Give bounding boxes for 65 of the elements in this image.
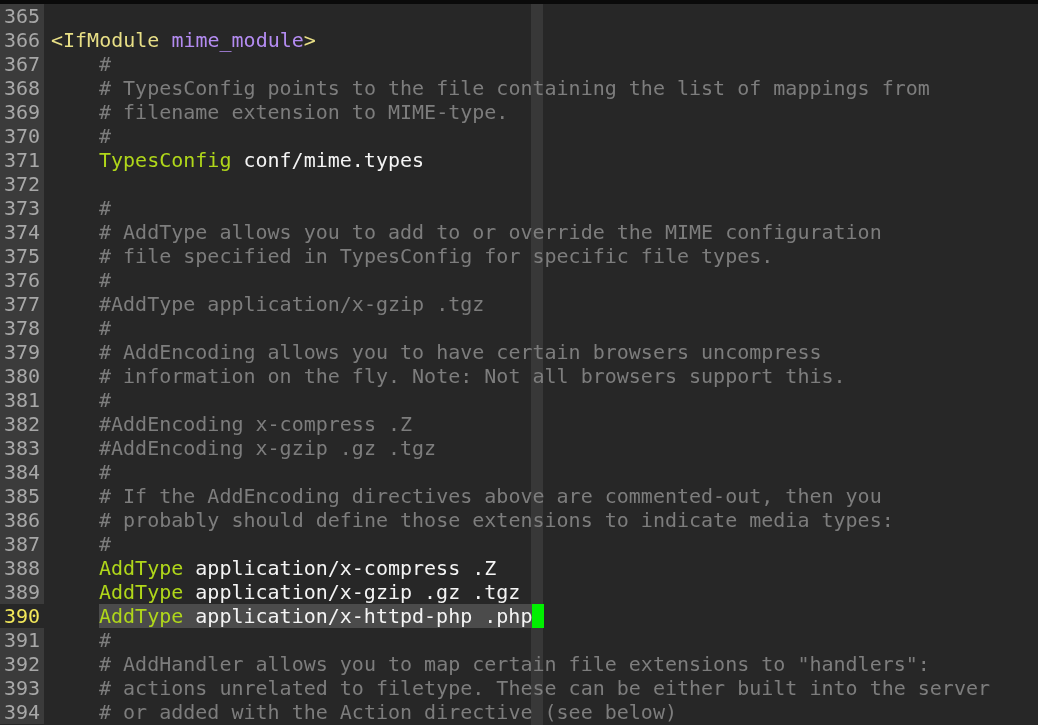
line-number: 389	[0, 580, 44, 604]
code-comment: #	[99, 196, 112, 220]
line-number: 371	[0, 148, 44, 172]
line-number: 394	[0, 700, 44, 724]
line-number: 385	[0, 484, 44, 508]
code-comment: #AddEncoding x-gzip .gz .tgz	[99, 436, 437, 460]
line-number: 387	[0, 532, 44, 556]
line-number: 366	[0, 28, 44, 52]
directive-value: application/x-gzip .gz .tgz	[195, 580, 521, 604]
code-comment: #	[99, 628, 112, 652]
directive-value: application/x-compress .Z	[195, 556, 497, 580]
code-comment: # or added with the Action directive (see below)	[99, 700, 677, 724]
code-comment: # AddEncoding allows you to have certain browsers uncompress	[99, 340, 822, 364]
directive-keyword: TypesConfig	[99, 148, 232, 172]
code-comment: #	[99, 52, 112, 76]
directive-value: application/x-httpd-php .php	[195, 604, 533, 628]
code-comment: # TypesConfig points to the file containing the list of mappings from	[99, 76, 930, 100]
code-comment: #	[99, 388, 112, 412]
code-comment: # actions unrelated to filetype. These can be either built into the server	[99, 676, 991, 700]
code-comment: # file specified in TypesConfig for specific file types.	[99, 244, 774, 268]
code-comment: #	[99, 316, 112, 340]
line-number: 377	[0, 292, 44, 316]
line-number: 375	[0, 244, 44, 268]
code-comment: #AddEncoding x-compress .Z	[99, 412, 413, 436]
code-comment: # AddHandler allows you to map certain file extensions to "handlers":	[99, 652, 930, 676]
line-number: 392	[0, 652, 44, 676]
text-cursor	[532, 604, 545, 628]
line-number: 388	[0, 556, 44, 580]
directive-value: conf/mime.types	[243, 148, 425, 172]
code-comment: #	[99, 268, 112, 292]
line-number: 369	[0, 100, 44, 124]
code-comment: #AddType application/x-gzip .tgz	[99, 292, 485, 316]
code-comment: # filename extension to MIME-type.	[99, 100, 509, 124]
line-number: 373	[0, 196, 44, 220]
code-comment: #	[99, 460, 112, 484]
line-number: 380	[0, 364, 44, 388]
line-number: 374	[0, 220, 44, 244]
line-number: 391	[0, 628, 44, 652]
line-number: 382	[0, 412, 44, 436]
code-comment: #	[99, 124, 112, 148]
line-number: 372	[0, 172, 44, 196]
line-number: 368	[0, 76, 44, 100]
line-number: 365	[0, 4, 44, 28]
code-comment: # If the AddEncoding directives above are commented-out, then you	[99, 484, 882, 508]
directive-keyword: AddType	[99, 556, 184, 580]
code-comment: # probably should define those extensions to indicate media types:	[99, 508, 894, 532]
code-comment: #	[99, 532, 112, 556]
line-number: 384	[0, 460, 44, 484]
directive-keyword: AddType	[99, 580, 184, 604]
line-number: 370	[0, 124, 44, 148]
line-number: 379	[0, 340, 44, 364]
line-number: 367	[0, 52, 44, 76]
line-number: 386	[0, 508, 44, 532]
line-number: 378	[0, 316, 44, 340]
line-number: 381	[0, 388, 44, 412]
tag-bracket: >	[303, 28, 316, 52]
line-number: 393	[0, 676, 44, 700]
code-comment: # information on the fly. Note: Not all browsers support this.	[99, 364, 846, 388]
code-editor[interactable]	[0, 0, 1038, 725]
code-comment: # AddType allows you to add to or override the MIME configuration	[99, 220, 882, 244]
module-name: mime_module	[171, 28, 304, 52]
directive-keyword: AddType	[99, 604, 184, 628]
line-number: 383	[0, 436, 44, 460]
line-number: 376	[0, 268, 44, 292]
tag-name: <IfModule	[51, 28, 160, 52]
